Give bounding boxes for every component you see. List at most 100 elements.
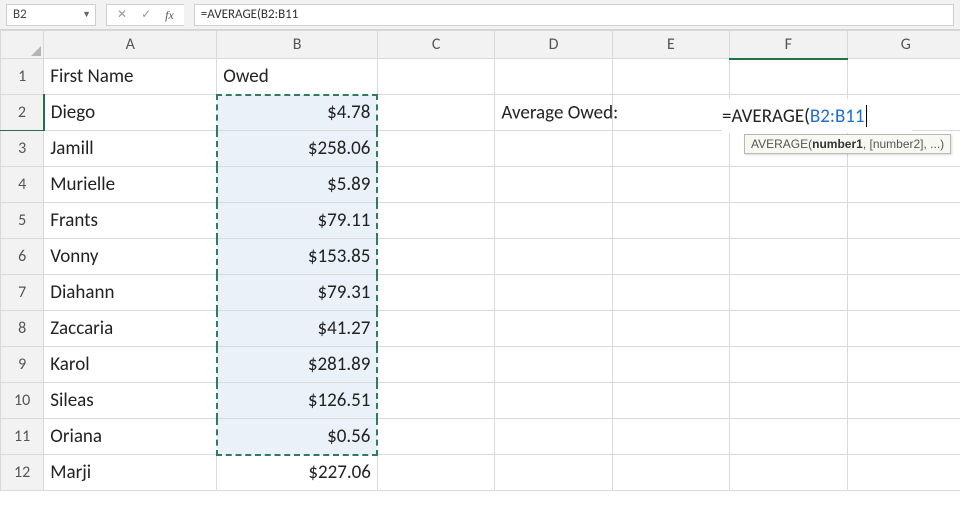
- cell-A11[interactable]: Oriana: [44, 419, 217, 455]
- col-header-C[interactable]: C: [377, 31, 494, 59]
- row-header-11[interactable]: 11: [1, 419, 44, 455]
- cell-C8[interactable]: [377, 311, 494, 347]
- cell-D6[interactable]: [495, 239, 612, 275]
- cell-F12[interactable]: [730, 455, 847, 491]
- cell-C11[interactable]: [377, 419, 494, 455]
- cell-G10[interactable]: [847, 383, 960, 419]
- col-header-G[interactable]: G: [847, 31, 960, 59]
- cell-F5[interactable]: [730, 203, 847, 239]
- col-header-D[interactable]: D: [495, 31, 612, 59]
- cell-A12[interactable]: Marji: [44, 455, 217, 491]
- cell-B12[interactable]: $227.06: [217, 455, 378, 491]
- cell-A1[interactable]: First Name: [44, 59, 217, 95]
- cell-A10[interactable]: Sileas: [44, 383, 217, 419]
- cell-D3[interactable]: [495, 131, 612, 167]
- row-header-5[interactable]: 5: [1, 203, 44, 239]
- grid[interactable]: A B C D E F G 1 First Name Owed 2 Diego …: [0, 30, 960, 491]
- cell-B2[interactable]: $4.78: [217, 95, 378, 131]
- cell-F10[interactable]: [730, 383, 847, 419]
- cell-F1[interactable]: [730, 59, 847, 95]
- cell-B8[interactable]: $41.27: [217, 311, 378, 347]
- cell-G9[interactable]: [847, 347, 960, 383]
- col-header-F[interactable]: F: [730, 31, 847, 59]
- cell-B6[interactable]: $153.85: [217, 239, 378, 275]
- cell-B3[interactable]: $258.06: [217, 131, 378, 167]
- cell-A7[interactable]: Diahann: [44, 275, 217, 311]
- cell-F7[interactable]: [730, 275, 847, 311]
- row-header-7[interactable]: 7: [1, 275, 44, 311]
- row-header-1[interactable]: 1: [1, 59, 44, 95]
- cell-A6[interactable]: Vonny: [44, 239, 217, 275]
- row-header-2[interactable]: 2: [1, 95, 44, 131]
- cell-D11[interactable]: [495, 419, 612, 455]
- cell-B10[interactable]: $126.51: [217, 383, 378, 419]
- cell-G5[interactable]: [847, 203, 960, 239]
- cell-E12[interactable]: [612, 455, 729, 491]
- cell-D5[interactable]: [495, 203, 612, 239]
- cell-E3[interactable]: [612, 131, 729, 167]
- cell-E10[interactable]: [612, 383, 729, 419]
- worksheet[interactable]: A B C D E F G 1 First Name Owed 2 Diego …: [0, 30, 960, 514]
- col-header-A[interactable]: A: [44, 31, 217, 59]
- fx-icon[interactable]: fx: [165, 9, 174, 21]
- cell-B4[interactable]: $5.89: [217, 167, 378, 203]
- col-header-B[interactable]: B: [217, 31, 378, 59]
- row-header-12[interactable]: 12: [1, 455, 44, 491]
- cell-A8[interactable]: Zaccaria: [44, 311, 217, 347]
- cell-B9[interactable]: $281.89: [217, 347, 378, 383]
- cancel-icon[interactable]: ✕: [117, 9, 127, 21]
- select-all-corner[interactable]: [1, 31, 44, 59]
- cell-C6[interactable]: [377, 239, 494, 275]
- cell-C3[interactable]: [377, 131, 494, 167]
- cell-A4[interactable]: Murielle: [44, 167, 217, 203]
- cell-A2[interactable]: Diego: [44, 95, 217, 131]
- cell-E7[interactable]: [612, 275, 729, 311]
- cell-D2[interactable]: Average Owed:: [495, 95, 612, 131]
- cell-E9[interactable]: [612, 347, 729, 383]
- cell-E8[interactable]: [612, 311, 729, 347]
- cell-G4[interactable]: [847, 167, 960, 203]
- cell-C5[interactable]: [377, 203, 494, 239]
- row-header-9[interactable]: 9: [1, 347, 44, 383]
- row-header-3[interactable]: 3: [1, 131, 44, 167]
- cell-C9[interactable]: [377, 347, 494, 383]
- cell-D1[interactable]: [495, 59, 612, 95]
- cell-D4[interactable]: [495, 167, 612, 203]
- row-header-10[interactable]: 10: [1, 383, 44, 419]
- cell-C1[interactable]: [377, 59, 494, 95]
- cell-B5[interactable]: $79.11: [217, 203, 378, 239]
- cell-E11[interactable]: [612, 419, 729, 455]
- cell-A5[interactable]: Frants: [44, 203, 217, 239]
- cell-A3[interactable]: Jamill: [44, 131, 217, 167]
- cell-F4[interactable]: [730, 167, 847, 203]
- cell-A9[interactable]: Karol: [44, 347, 217, 383]
- cell-E4[interactable]: [612, 167, 729, 203]
- name-box[interactable]: B2 ▼: [6, 4, 96, 26]
- cell-F9[interactable]: [730, 347, 847, 383]
- cell-G6[interactable]: [847, 239, 960, 275]
- cell-E5[interactable]: [612, 203, 729, 239]
- cell-D8[interactable]: [495, 311, 612, 347]
- cell-C4[interactable]: [377, 167, 494, 203]
- cell-G11[interactable]: [847, 419, 960, 455]
- cell-E1[interactable]: [612, 59, 729, 95]
- cell-C10[interactable]: [377, 383, 494, 419]
- cell-B7[interactable]: $79.31: [217, 275, 378, 311]
- cell-C12[interactable]: [377, 455, 494, 491]
- cell-D7[interactable]: [495, 275, 612, 311]
- cell-G8[interactable]: [847, 311, 960, 347]
- cell-G12[interactable]: [847, 455, 960, 491]
- cell-G1[interactable]: [847, 59, 960, 95]
- row-header-8[interactable]: 8: [1, 311, 44, 347]
- col-header-E[interactable]: E: [612, 31, 729, 59]
- formula-input[interactable]: =AVERAGE(B2:B11: [194, 4, 954, 26]
- enter-icon[interactable]: ✓: [141, 9, 151, 21]
- cell-B1[interactable]: Owed: [217, 59, 378, 95]
- cell-D9[interactable]: [495, 347, 612, 383]
- cell-G2[interactable]: [847, 95, 960, 131]
- cell-B11[interactable]: $0.56: [217, 419, 378, 455]
- cell-G7[interactable]: [847, 275, 960, 311]
- cell-D10[interactable]: [495, 383, 612, 419]
- cell-F11[interactable]: [730, 419, 847, 455]
- cell-E6[interactable]: [612, 239, 729, 275]
